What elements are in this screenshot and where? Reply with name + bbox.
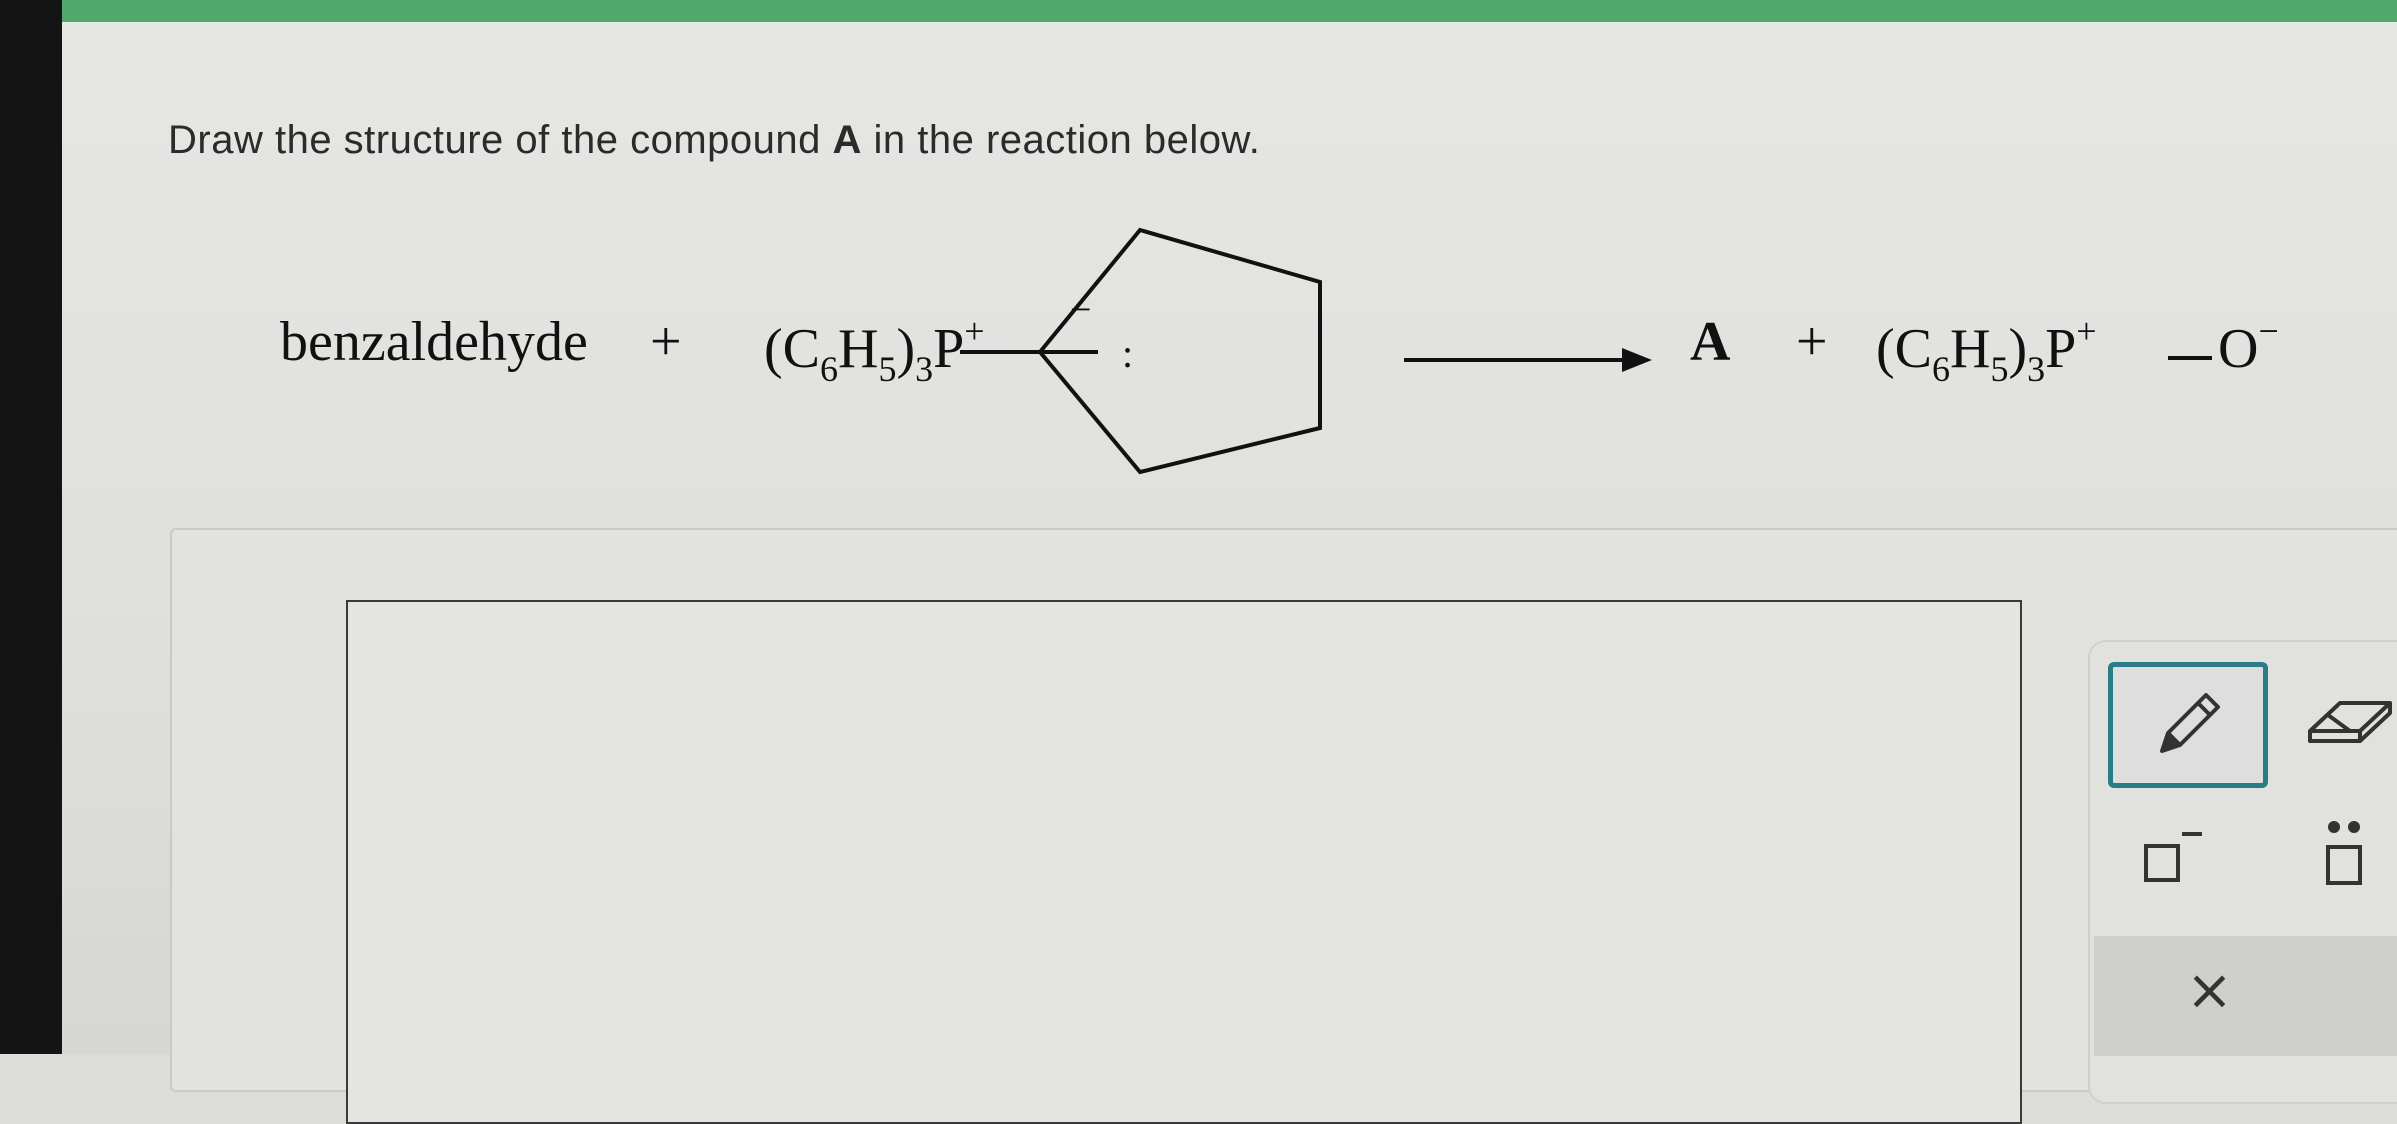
eraser-tool-button[interactable] bbox=[2290, 670, 2397, 770]
screen-bezel bbox=[0, 0, 62, 1054]
lone-pair-tool-button[interactable] bbox=[2290, 812, 2397, 902]
product-a: A bbox=[1690, 311, 1731, 373]
negative-charge-icon bbox=[2144, 832, 2202, 882]
question-prefix: Draw the structure of the compound bbox=[168, 118, 833, 162]
clear-x-icon[interactable]: × bbox=[2186, 958, 2233, 1023]
question-compound-label: A bbox=[832, 118, 862, 162]
top-accent-bar bbox=[62, 0, 2397, 22]
triphenylphosphine-oxide: (C6H5)3P+ bbox=[1876, 311, 2097, 389]
question-suffix: in the reaction below. bbox=[861, 118, 1261, 162]
clear-bar: × bbox=[2094, 936, 2397, 1056]
pencil-icon bbox=[2160, 693, 2220, 753]
negative-charge-tool-button[interactable] bbox=[2130, 812, 2220, 902]
reaction-arrow-head bbox=[1622, 348, 1652, 372]
carbanion-charge: − bbox=[1070, 289, 1092, 331]
pencil-tool-button[interactable] bbox=[2108, 662, 2268, 788]
reaction-scheme: benzaldehyde + (C6H5)3P+ − : A + (C6H5)3… bbox=[280, 200, 2280, 500]
plus-sign-2: + bbox=[1796, 311, 1828, 373]
question-prompt: Draw the structure of the compound A in … bbox=[168, 118, 1260, 163]
carbanion-lone-pair: : bbox=[1122, 331, 1134, 376]
oxide-oxygen: O− bbox=[2218, 311, 2279, 380]
drawing-canvas[interactable] bbox=[346, 600, 2022, 1124]
eraser-icon bbox=[2308, 701, 2392, 743]
lone-pair-icon bbox=[2326, 821, 2362, 885]
